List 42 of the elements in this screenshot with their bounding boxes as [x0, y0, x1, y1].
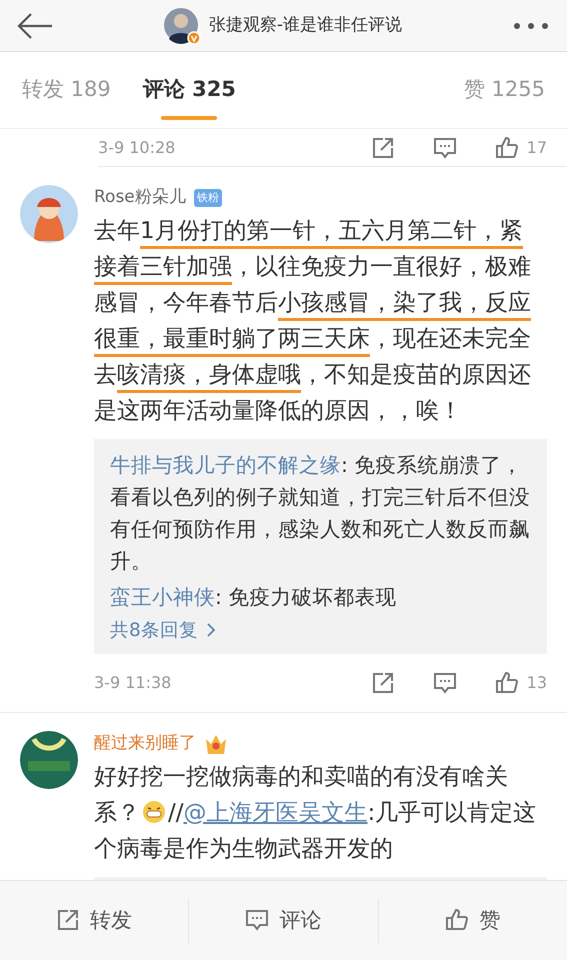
share-icon [370, 136, 395, 160]
comment-icon [432, 671, 457, 696]
grin-emoji-icon [142, 800, 166, 824]
more-replies-link[interactable]: 共8条回复 [110, 616, 216, 644]
tab[interactable]: 赞 1255 [464, 52, 545, 128]
tab-indicator [161, 116, 218, 120]
comment-button[interactable]: 评论 [189, 904, 378, 938]
window-title: 张捷观察-谁是谁非任评说 [208, 14, 402, 37]
thumbs-up-icon [494, 136, 519, 160]
share-button[interactable] [370, 671, 395, 696]
comment-button[interactable] [432, 671, 457, 696]
tab[interactable]: 评论 325 [142, 52, 236, 128]
crown-icon [204, 733, 228, 755]
avatar [20, 731, 78, 790]
reply-author-link[interactable]: 蛮王小神侠 [110, 584, 215, 608]
chevron-right-icon [206, 622, 216, 638]
fan-badge: 铁粉 [194, 188, 222, 207]
like-count: 13 [526, 672, 547, 694]
like-button[interactable]: 赞 [378, 904, 567, 938]
tab[interactable]: 转发 189 [22, 52, 111, 128]
comment-text: 好好挖一挖做病毒的和卖喵的有没有啥关系？ //@上海牙医吴文生:几乎可以肯定这个病毒是作为生物武器开发的 [94, 762, 538, 864]
back-icon[interactable] [16, 10, 54, 40]
comment-time: 3-9 10:28 [98, 136, 176, 158]
reply-text: 牛排与我儿子的不解之缘: 免疫系统崩溃了，看看以色列的例子就知道，打完三针后不但没有任何预防作用，感染人数和死亡人数反而飙升。 [110, 452, 531, 574]
comment-time: 3-9 11:38 [94, 672, 172, 694]
reply-text: 蛮王小神侠: 免疫力破坏都表现 [110, 584, 398, 610]
comment-button[interactable] [432, 136, 457, 160]
user-name[interactable]: Rose粉朵儿 [94, 185, 186, 210]
avatar [20, 185, 78, 243]
share-icon [370, 671, 395, 696]
reply-author-link[interactable]: 牛排与我儿子的不解之缘 [110, 452, 341, 476]
like-button[interactable]: 13 [494, 671, 547, 696]
user-name[interactable]: 醒过来别睡了 [94, 731, 196, 757]
share-button[interactable]: 转发 [0, 904, 188, 938]
like-button[interactable]: 17 [494, 136, 547, 160]
mention-link[interactable]: @上海牙医吴文生 [184, 800, 368, 826]
thumbs-up-icon [494, 671, 519, 696]
comment-text: 去年1月份打的第一针，五六月第二针，紧接着三针加强，以往免疫力一直很好，极难感冒，今年春节后小孩感冒，染了我，反应很重，最重时躺了两三天床，现在还未完全去咳清痰，身体虚哦，不知是疫苗的原因还是这两年活动量降低的原因，，唉！ [94, 216, 532, 426]
comment-icon [432, 136, 457, 160]
avatar [162, 6, 201, 44]
share-button[interactable] [370, 136, 395, 160]
like-count: 17 [526, 136, 547, 158]
